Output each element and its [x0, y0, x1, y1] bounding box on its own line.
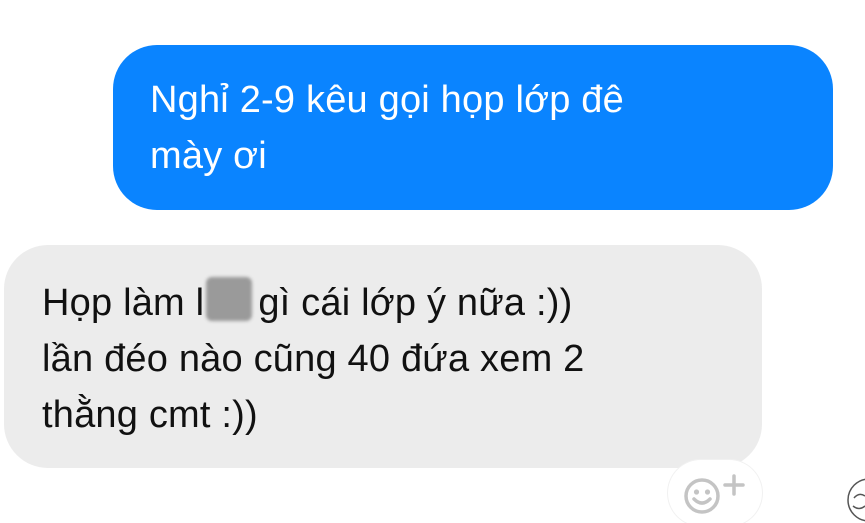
- message-text-line: mày ơi: [150, 135, 267, 177]
- message-text-line: Họp làm l gì cái lớp ý nữa :)): [42, 275, 732, 331]
- incoming-message-bubble[interactable]: Họp làm l gì cái lớp ý nữa :)) lần đéo nà…: [4, 245, 762, 468]
- message-text-segment: gì cái lớp ý nữa :)): [258, 282, 573, 324]
- message-text-line: Nghỉ 2-9 kêu gọi họp lớp đê: [150, 79, 624, 121]
- emoji-add-icon: [684, 474, 745, 514]
- message-text-line: thằng cmt :)): [42, 394, 258, 436]
- seen-avatar-icon: [847, 478, 865, 522]
- message-text-segment: Họp làm l: [42, 282, 205, 324]
- message-text-line: lần đéo nào cũng 40 đứa xem 2: [42, 338, 585, 380]
- chat-thread: Nghỉ 2-9 kêu gọi họp lớp đê mày ơi Họp l…: [0, 0, 865, 523]
- censored-word-blur: [206, 277, 253, 321]
- add-reaction-button[interactable]: [668, 460, 762, 523]
- outgoing-message-bubble[interactable]: Nghỉ 2-9 kêu gọi họp lớp đê mày ơi: [113, 45, 833, 210]
